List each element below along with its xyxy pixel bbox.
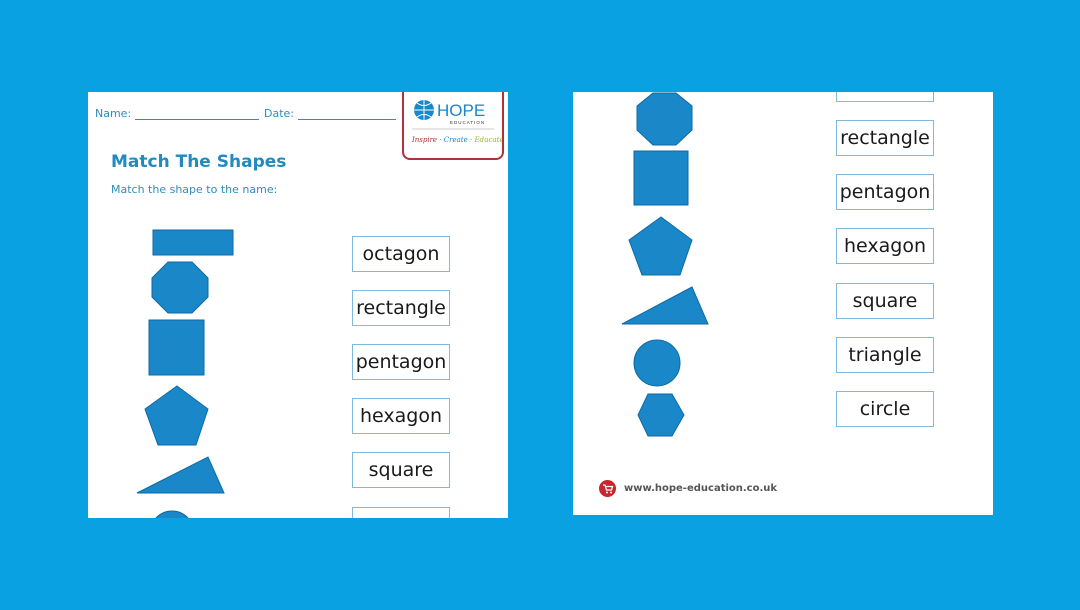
circle-shape[interactable] xyxy=(150,510,194,518)
label-octagon[interactable]: octagon xyxy=(352,236,450,272)
label-partial[interactable] xyxy=(352,507,450,518)
triangle-shape[interactable] xyxy=(621,286,709,325)
pentagon-shape[interactable] xyxy=(144,385,209,446)
cart-icon xyxy=(599,480,616,497)
footer: www.hope-education.co.uk xyxy=(599,480,777,497)
label-triangle[interactable]: triangle xyxy=(836,337,934,373)
label-pentagon[interactable]: pentagon xyxy=(836,174,934,210)
label-hexagon[interactable]: hexagon xyxy=(352,398,450,434)
rectangle-shape[interactable] xyxy=(152,229,234,256)
octagon-shape[interactable] xyxy=(151,261,209,314)
circle-shape[interactable] xyxy=(633,339,681,387)
triangle-shape[interactable] xyxy=(136,456,225,494)
hexagon-shape[interactable] xyxy=(637,393,685,437)
label-circle[interactable]: circle xyxy=(836,391,934,427)
label-partial[interactable] xyxy=(836,92,934,102)
label-hexagon[interactable]: hexagon xyxy=(836,228,934,264)
worksheet-page-2: rectangle pentagon hexagon square triang… xyxy=(573,92,993,515)
footer-url[interactable]: www.hope-education.co.uk xyxy=(624,483,777,494)
pentagon-shape[interactable] xyxy=(628,216,693,276)
label-rectangle[interactable]: rectangle xyxy=(352,290,450,326)
square-shape[interactable] xyxy=(148,319,205,376)
label-rectangle[interactable]: rectangle xyxy=(836,120,934,156)
square-shape[interactable] xyxy=(633,150,689,206)
label-square[interactable]: square xyxy=(352,452,450,488)
octagon-shape[interactable] xyxy=(636,92,693,146)
label-square[interactable]: square xyxy=(836,283,934,319)
worksheet-page-1: Name: Date: HOPE EDUCATION Inspire · Cre… xyxy=(88,92,508,518)
label-pentagon[interactable]: pentagon xyxy=(352,344,450,380)
